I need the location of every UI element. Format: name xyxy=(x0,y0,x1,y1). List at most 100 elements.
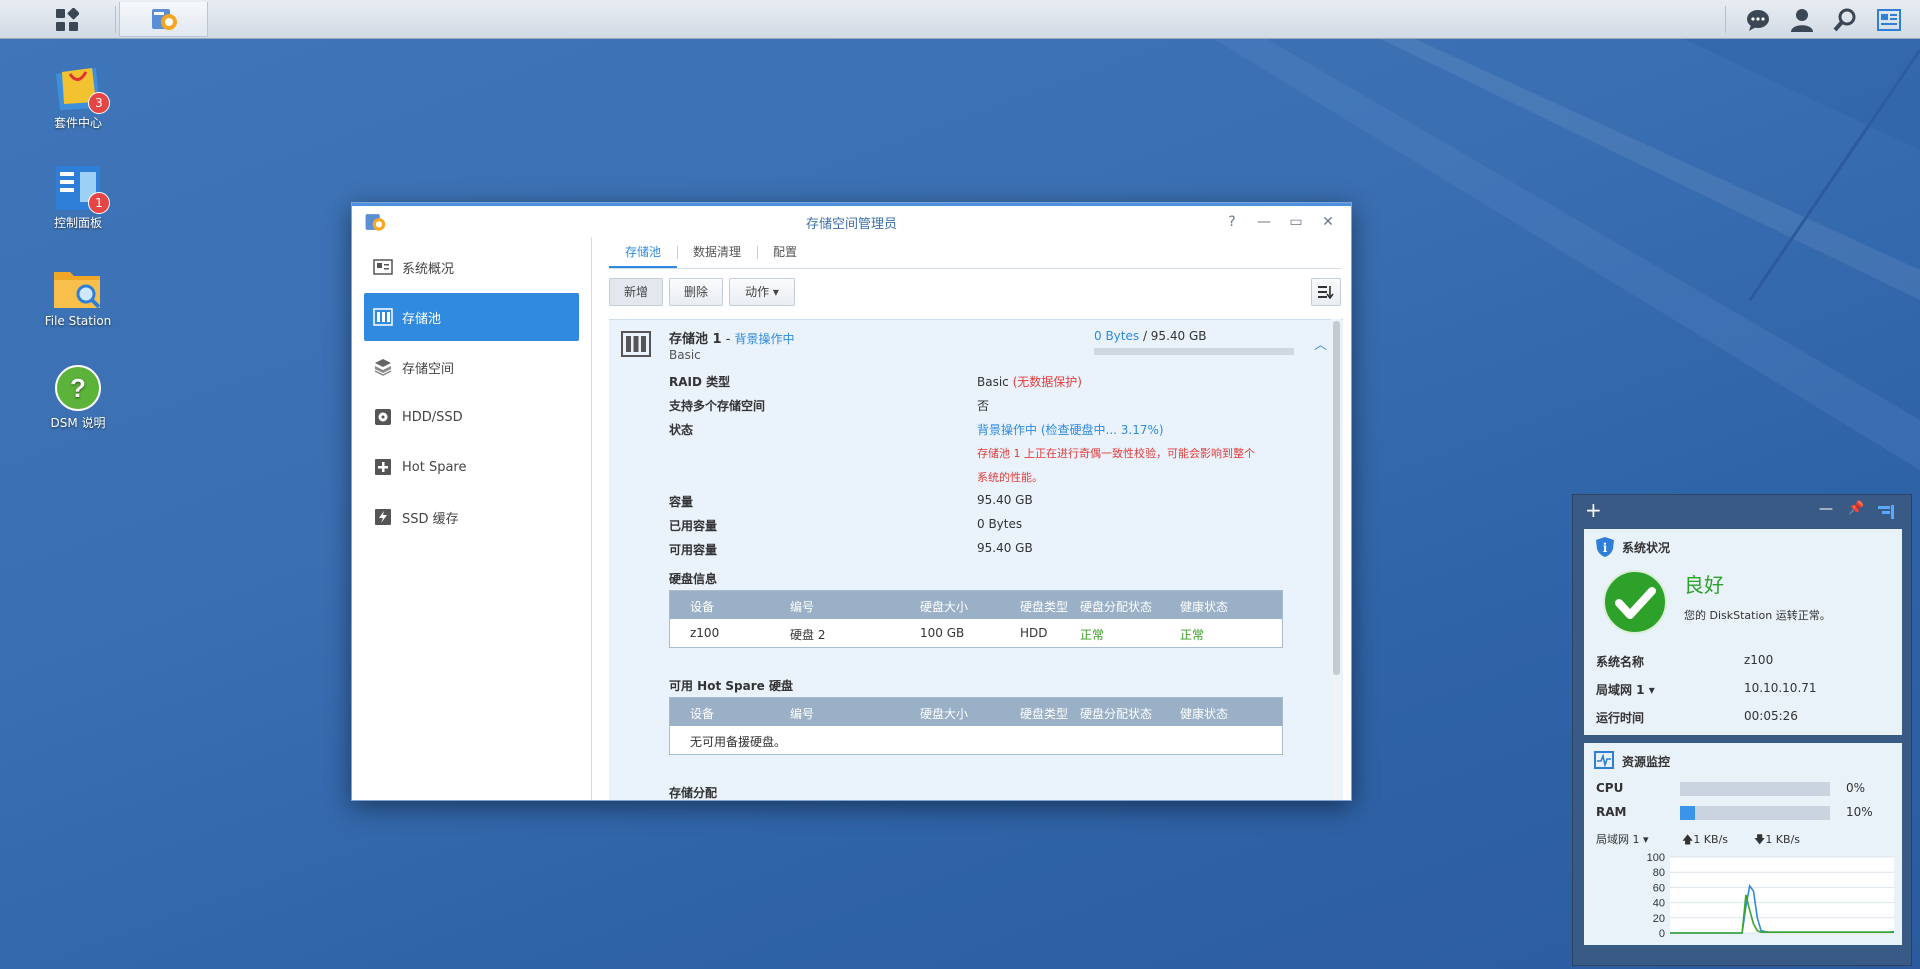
empty-message: 无可用备援硬盘。 xyxy=(690,735,787,749)
table-row: 无可用备援硬盘。 xyxy=(670,726,1282,754)
status-label: 运行时间 xyxy=(1596,711,1645,725)
lan-dropdown[interactable]: 局域网 1 ▾ xyxy=(1596,681,1655,698)
tab-settings[interactable]: 配置 xyxy=(757,237,813,268)
minimize-button[interactable]: — xyxy=(1253,211,1275,233)
cell-alloc: 正常 xyxy=(1080,628,1105,642)
collapse-icon[interactable]: ︿ xyxy=(1314,334,1327,353)
ram-value: 10% xyxy=(1846,805,1873,819)
field-label-available: 可用容量 xyxy=(669,543,718,557)
add-widget-icon[interactable]: + xyxy=(1585,498,1602,522)
toolbar: 新增 删除 动作 ▾ xyxy=(609,269,1341,317)
cpu-value: 0% xyxy=(1846,781,1866,795)
storage-pool-panel: 存储池 1 - 背景操作中 Basic 0 Bytes / 95.40 GB ︿… xyxy=(609,319,1343,800)
sidebar-item-volume[interactable]: 存储空间 xyxy=(364,343,579,391)
minimize-widget-icon[interactable]: — xyxy=(1819,501,1833,517)
scrollbar-thumb[interactable] xyxy=(1333,321,1340,675)
caret-down-icon: ▾ xyxy=(772,285,779,299)
hotspare-title: 可用 Hot Spare 硬盘 xyxy=(669,679,793,693)
table-header: 设备 编号 硬盘大小 硬盘类型 硬盘分配状态 健康状态 xyxy=(670,591,1282,619)
search-button[interactable] xyxy=(1825,4,1865,35)
sidebar-item-label: 存储空间 xyxy=(402,361,455,377)
widgets-icon xyxy=(1877,8,1901,31)
desktop-file-station[interactable]: File Station xyxy=(30,264,126,328)
ssd-cache-icon xyxy=(372,507,394,527)
tab-storage-pool[interactable]: 存储池 xyxy=(609,237,678,268)
cell-size: 100 GB xyxy=(920,626,965,640)
help-icon: ? xyxy=(55,365,101,411)
widget-title: 系统状况 xyxy=(1622,541,1671,555)
search-icon xyxy=(1833,8,1856,31)
ram-label: RAM xyxy=(1596,805,1627,819)
overview-icon xyxy=(372,257,394,277)
upload-rate: 🡅1 KB/s xyxy=(1682,831,1728,850)
add-button[interactable]: 新增 xyxy=(609,278,663,306)
desktop-control-panel[interactable]: 1 控制面板 xyxy=(30,164,126,231)
sidebar-item-hdd-ssd[interactable]: HDD/SSD xyxy=(364,393,579,441)
status-warning-line1: 存储池 1 上正在进行奇偶一致性校验，可能会影响到整个 xyxy=(977,447,1255,460)
health-description: 您的 DiskStation 运转正常。 xyxy=(1684,609,1831,622)
widget-toolbar: + — 📌 xyxy=(1573,495,1911,527)
hdd-icon xyxy=(372,407,394,427)
desktop-icon-label: 套件中心 xyxy=(53,116,102,130)
network-chart: 100 80 60 40 20 0 xyxy=(1647,852,1895,939)
sidebar: 系统概况 存储池 存储空间 HDD/SSD Hot Spare SSD 缓存 xyxy=(352,237,592,800)
disk-info-title: 硬盘信息 xyxy=(669,572,718,586)
sort-icon xyxy=(1318,286,1334,300)
delete-button[interactable]: 删除 xyxy=(669,278,723,306)
scrollbar[interactable] xyxy=(1331,319,1341,800)
table-row[interactable]: z100 硬盘 2 100 GB HDD 正常 正常 xyxy=(670,619,1282,647)
field-label-raid: RAID 类型 xyxy=(669,375,731,389)
sidebar-item-hot-spare[interactable]: Hot Spare xyxy=(364,443,579,491)
widget-layout-icon[interactable] xyxy=(1878,505,1894,519)
tab-data-scrubbing[interactable]: 数据清理 xyxy=(677,237,757,268)
sidebar-item-ssd-cache[interactable]: SSD 缓存 xyxy=(364,493,579,541)
monitor-icon xyxy=(1594,751,1614,769)
net-dropdown[interactable]: 局域网 1 ▾ xyxy=(1596,831,1649,847)
upload-value: 1 KB/s xyxy=(1693,833,1729,846)
cpu-label: CPU xyxy=(1596,781,1624,795)
user-button[interactable] xyxy=(1782,4,1822,35)
desktop-package-center[interactable]: 3 套件中心 xyxy=(30,64,126,131)
column-header: 硬盘分配状态 xyxy=(1080,707,1153,721)
close-button[interactable]: ✕ xyxy=(1317,211,1339,233)
folder-icon xyxy=(54,272,101,309)
package-center-badge: 3 xyxy=(88,92,110,114)
download-rate: 🡇1 KB/s xyxy=(1754,831,1800,850)
pool-type: Basic xyxy=(669,348,701,362)
sort-button[interactable] xyxy=(1311,278,1341,306)
column-header: 硬盘类型 xyxy=(1020,707,1069,721)
alloc-title: 存储分配 xyxy=(669,786,718,800)
pin-icon[interactable]: 📌 xyxy=(1848,501,1864,516)
raid-value: Basic xyxy=(977,375,1009,389)
health-state: 良好 xyxy=(1684,573,1724,597)
status-note[interactable]: (检查硬盘中... 3.17%) xyxy=(1041,423,1164,437)
notifications-button[interactable] xyxy=(1738,4,1778,35)
sidebar-item-overview[interactable]: 系统概况 xyxy=(364,243,579,291)
pool-title[interactable]: 存储池 1 - 背景操作中 xyxy=(669,328,795,347)
caret-down-icon: ▾ xyxy=(1648,683,1655,697)
desktop-dsm-help[interactable]: ? DSM 说明 xyxy=(30,364,126,431)
cell-device: z100 xyxy=(690,626,720,640)
window-titlebar[interactable]: 存储空间管理员 ? — ▭ ✕ xyxy=(352,203,1351,237)
column-header: 硬盘分配状态 xyxy=(1080,600,1153,614)
storage-manager-window: 存储空间管理员 ? — ▭ ✕ 系统概况 存储池 存储空间 HDD/SSD Ho… xyxy=(351,202,1352,801)
info-shield-icon: i xyxy=(1596,537,1614,557)
taskbar-storage-manager[interactable] xyxy=(119,2,208,37)
system-health-widget: i 系统状况 良好 您的 DiskStation 运转正常。 系统名称 z100… xyxy=(1584,529,1902,735)
ram-bar xyxy=(1680,806,1830,820)
chart-y-tick: 20 xyxy=(1653,913,1665,925)
chart-y-tick: 0 xyxy=(1659,928,1665,939)
widgets-button[interactable] xyxy=(1869,4,1909,35)
help-button[interactable]: ? xyxy=(1221,211,1243,233)
maximize-button[interactable]: ▭ xyxy=(1285,211,1307,233)
main-menu-button[interactable] xyxy=(22,2,111,37)
cell-health: 正常 xyxy=(1180,628,1205,642)
storage-manager-icon xyxy=(151,9,177,30)
sidebar-item-storage-pool[interactable]: 存储池 xyxy=(364,293,579,341)
action-dropdown[interactable]: 动作 ▾ xyxy=(729,278,795,306)
desktop-icon-label: File Station xyxy=(44,314,112,328)
chart-plot-area xyxy=(1670,857,1894,933)
status-warning-line2: 系统的性能。 xyxy=(977,471,1043,484)
lan-label: 局域网 1 xyxy=(1596,683,1645,697)
pool-title-separator: - xyxy=(721,332,735,347)
